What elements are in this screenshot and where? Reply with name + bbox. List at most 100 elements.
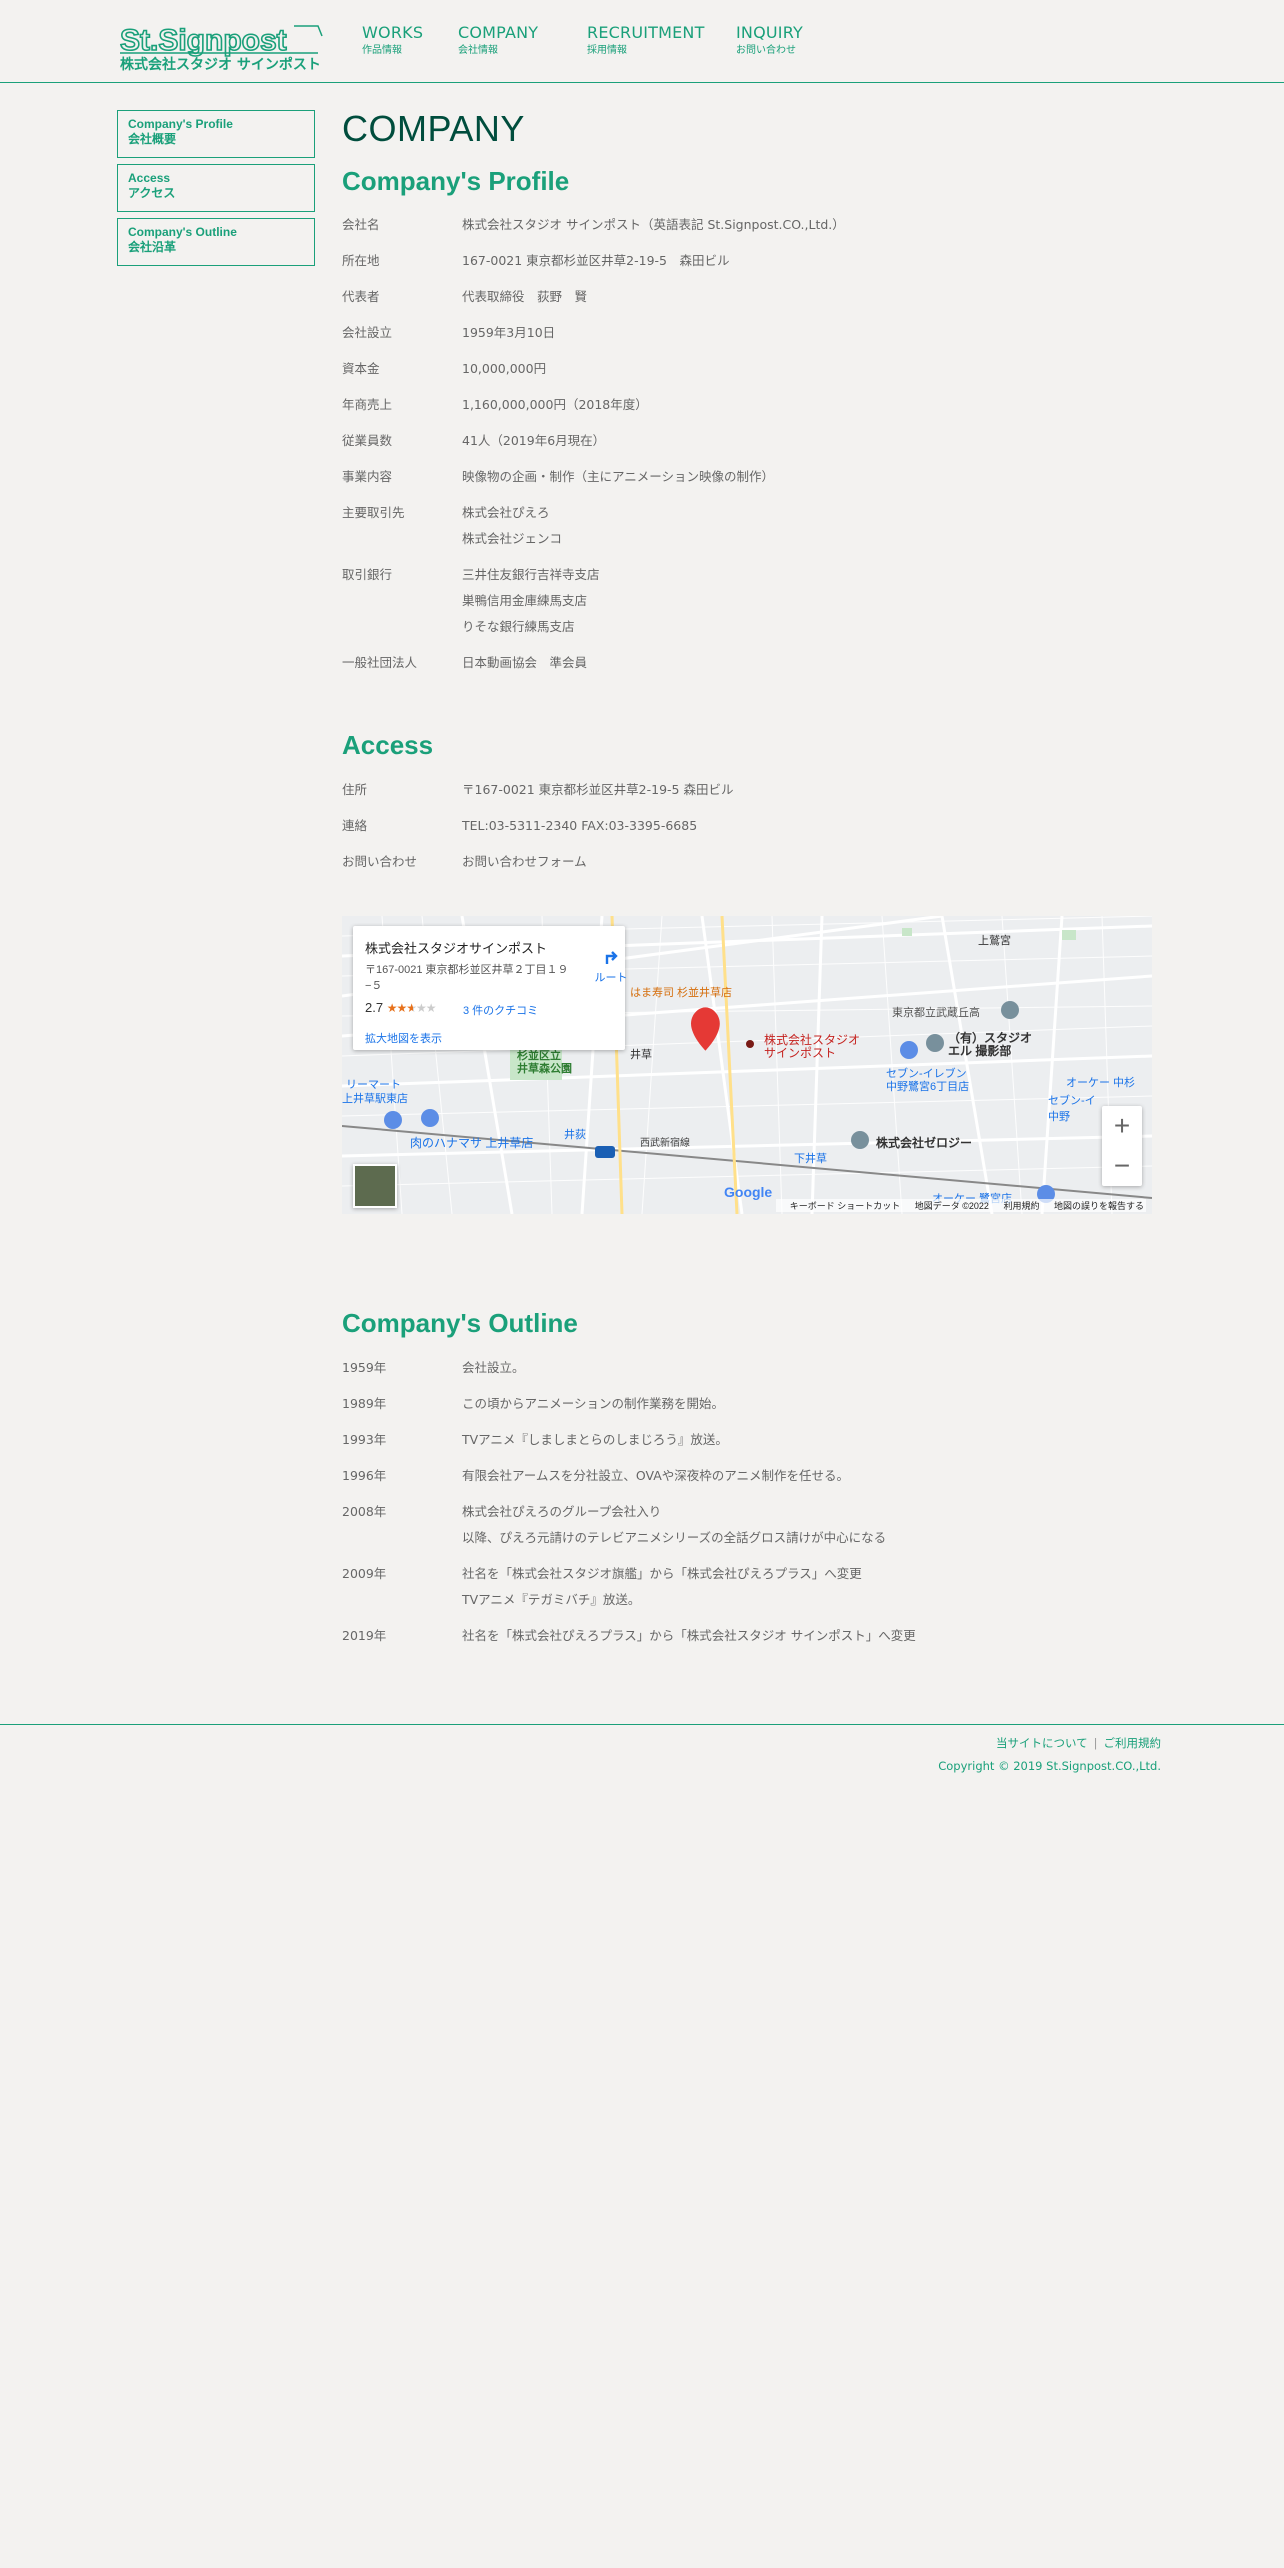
row-value-line: 会社設立。 — [462, 1360, 525, 1375]
row-value: 有限会社アームスを分社設立、OVAや深夜枠のアニメ制作を任せる。 — [462, 1463, 1162, 1489]
nav-recruitment-label: RECRUITMENT — [587, 23, 705, 42]
google-logo-text: Google — [724, 1184, 773, 1200]
row-label: 1959年 — [342, 1360, 387, 1375]
row-value: 1,160,000,000円（2018年度） — [462, 392, 1162, 418]
map-label: 上井草駅東店 — [342, 1093, 408, 1105]
row-label: 2008年 — [342, 1504, 387, 1519]
row-value-line: 三井住友銀行吉祥寺支店 — [462, 567, 600, 582]
map-label: リーマート — [346, 1079, 401, 1091]
map-place-address: 〒167-0021 東京都杉並区井草２丁目１９−５ — [365, 964, 569, 992]
sidebar-item-label: Company's Outline — [128, 225, 237, 239]
map-label: 井草 — [630, 1049, 652, 1061]
map-rating-stars: ★★★★★ — [386, 1001, 437, 1015]
map-label: 中野 — [1048, 1111, 1070, 1123]
zoom-in-button[interactable]: + — [1102, 1106, 1142, 1146]
row-value: 代表取締役 荻野 賢 — [462, 284, 1162, 310]
row-value-line: 株式会社ジェンコ — [462, 531, 563, 546]
map-report-link[interactable]: 地図の誤りを報告する — [1054, 1201, 1144, 1211]
nav-recruitment-sublabel: 採用情報 — [587, 45, 627, 56]
row-value-line: 1,160,000,000円（2018年度） — [462, 397, 648, 412]
copyright: Copyright © 2019 St.Signpost.CO.,Ltd. — [938, 1759, 1161, 1773]
row-label: 従業員数 — [342, 433, 393, 448]
row-value-line: 167-0021 東京都杉並区井草2-19-5 森田ビル — [462, 253, 730, 268]
row-label: 1989年 — [342, 1396, 387, 1411]
row-value: 社名を「株式会社ぴえろプラス」から「株式会社スタジオ サインポスト」へ変更 — [462, 1623, 1162, 1649]
map-label-marker: 株式会社スタジオ サインポスト — [764, 1033, 861, 1060]
row-value-line: 〒167-0021 東京都杉並区井草2-19-5 森田ビル — [462, 782, 734, 797]
nav-inquiry-label: INQUIRY — [736, 23, 803, 42]
row-value: TEL:03-5311-2340 FAX:03-3395-6685 — [462, 813, 1162, 839]
row-label: 主要取引先 — [342, 505, 405, 520]
row-label: 1996年 — [342, 1468, 387, 1483]
row-value: 株式会社ぴえろのグループ会社入り 以降、ぴえろ元請けのテレビアニメシリーズの全話グ… — [462, 1499, 1162, 1551]
row-value: TVアニメ『しましまとらのしまじろう』放送。 — [462, 1427, 1162, 1453]
row-value: 三井住友銀行吉祥寺支店 巣鴨信用金庫練馬支店 りそな銀行練馬支店 — [462, 562, 1162, 640]
nav-works[interactable]: WORKS 作品情報 — [362, 24, 423, 58]
row-value-line: 41人（2019年6月現在） — [462, 433, 606, 448]
footer-terms-link[interactable]: ご利用規約 — [1104, 1736, 1162, 1750]
map-route-button[interactable]: ルート — [591, 946, 631, 985]
sidebar-item-outline[interactable]: Company's Outline 会社沿革 — [117, 218, 315, 266]
row-label: 会社名 — [342, 217, 380, 232]
map-reviews-link[interactable]: 3 件のクチコミ — [463, 1002, 538, 1018]
row-value-line: 以降、ぴえろ元請けのテレビアニメシリーズの全話グロス請けが中心になる — [462, 1530, 887, 1545]
row-value-line: 株式会社スタジオ サインポスト（英語表記 St.Signpost.CO.,Ltd… — [462, 217, 845, 232]
nav-company[interactable]: COMPANY 会社情報 — [458, 24, 538, 58]
row-value: 会社設立。 — [462, 1355, 1162, 1381]
row-value-line: 社名を「株式会社スタジオ旗艦」から「株式会社ぴえろプラス」へ変更 — [462, 1566, 862, 1581]
map-label: 西武新宿線 — [640, 1138, 690, 1149]
nav-company-label: COMPANY — [458, 23, 539, 42]
map-place-name: 株式会社スタジオサインポスト — [365, 941, 548, 956]
row-value: 社名を「株式会社スタジオ旗艦」から「株式会社ぴえろプラス」へ変更 TVアニメ『テガ… — [462, 1561, 1162, 1613]
row-label: 住所 — [342, 782, 368, 797]
row-label: 会社設立 — [342, 325, 393, 340]
row-value-line: TEL:03-5311-2340 FAX:03-3395-6685 — [462, 818, 698, 833]
row-value: 41人（2019年6月現在） — [462, 428, 1162, 454]
directions-icon — [605, 951, 618, 964]
sidebar-item-access[interactable]: Access アクセス — [117, 164, 315, 212]
row-value: 10,000,000円 — [462, 356, 1162, 382]
nav-inquiry[interactable]: INQUIRY お問い合わせ — [736, 24, 803, 58]
map-label: 下井草 — [794, 1153, 827, 1165]
map-label: 井荻 — [564, 1129, 586, 1141]
sidebar-item-sublabel: アクセス — [128, 186, 176, 200]
row-value: 1959年3月10日 — [462, 320, 1162, 346]
sidebar-item-profile[interactable]: Company's Profile 会社概要 — [117, 110, 315, 158]
map-terms-link[interactable]: 利用規約 — [1003, 1201, 1039, 1211]
row-value: 167-0021 東京都杉並区井草2-19-5 森田ビル — [462, 248, 1162, 274]
map-satellite-toggle[interactable] — [353, 1164, 397, 1208]
map-label: （有）スタジオ エル 撮影部 — [948, 1031, 1033, 1058]
section-title-access: Access — [342, 730, 434, 760]
row-label: 事業内容 — [342, 469, 393, 484]
row-value-line[interactable]: お問い合わせフォーム — [462, 849, 1162, 875]
map-label: 株式会社ゼロジー — [876, 1136, 973, 1150]
google-map[interactable]: 株式会社スタジオ サインポスト 上鷲宮 東京都立武蔵丘高 （有）スタジオ エル … — [342, 916, 1152, 1214]
row-value: 株式会社ぴえろ 株式会社ジェンコ — [462, 500, 1162, 552]
map-larger-link[interactable]: 拡大地図を表示 — [365, 1030, 442, 1046]
nav-works-label: WORKS — [362, 23, 424, 42]
map-label: はま寿司 杉並井草店 — [630, 987, 733, 999]
row-label: 取引銀行 — [342, 567, 393, 582]
row-value-line: 日本動画協会 準会員 — [462, 655, 588, 670]
nav-company-sublabel: 会社情報 — [458, 45, 498, 56]
nav-inquiry-sublabel: お問い合わせ — [736, 45, 796, 56]
map-place-card: 株式会社スタジオサインポスト 〒167-0021 東京都杉並区井草２丁目１９−５… — [353, 926, 628, 1050]
section-title-profile: Company's Profile — [342, 166, 570, 196]
row-value-line: 巣鴨信用金庫練馬支店 — [462, 593, 588, 608]
footer-about-link[interactable]: 当サイトについて — [996, 1736, 1088, 1750]
map-label: 肉のハナマサ 上井草店 — [410, 1136, 534, 1150]
nav-recruitment[interactable]: RECRUITMENT 採用情報 — [587, 24, 705, 58]
map-shortcuts-link[interactable]: キーボード ショートカット — [790, 1201, 901, 1211]
row-value-line: 有限会社アームスを分社設立、OVAや深夜枠のアニメ制作を任せる。 — [462, 1468, 850, 1483]
map-route-label: ルート — [594, 972, 628, 984]
logo-subtitle: 株式会社スタジオ サインポスト — [120, 56, 321, 72]
row-value-line: この頃からアニメーションの制作業務を開始。 — [462, 1396, 725, 1411]
row-label: 連絡 — [342, 818, 368, 833]
map-label: 上鷲宮 — [978, 935, 1011, 947]
row-value-line: TVアニメ『しましまとらのしまじろう』放送。 — [462, 1432, 728, 1447]
row-value: この頃からアニメーションの制作業務を開始。 — [462, 1391, 1162, 1417]
zoom-out-button[interactable]: − — [1102, 1146, 1142, 1186]
site-logo[interactable]: St.Signpost 株式会社スタジオ サインポスト — [118, 22, 324, 72]
map-label: オーケー 中杉 — [1066, 1077, 1136, 1089]
row-value: 株式会社スタジオ サインポスト（英語表記 St.Signpost.CO.,Ltd… — [462, 212, 1162, 238]
